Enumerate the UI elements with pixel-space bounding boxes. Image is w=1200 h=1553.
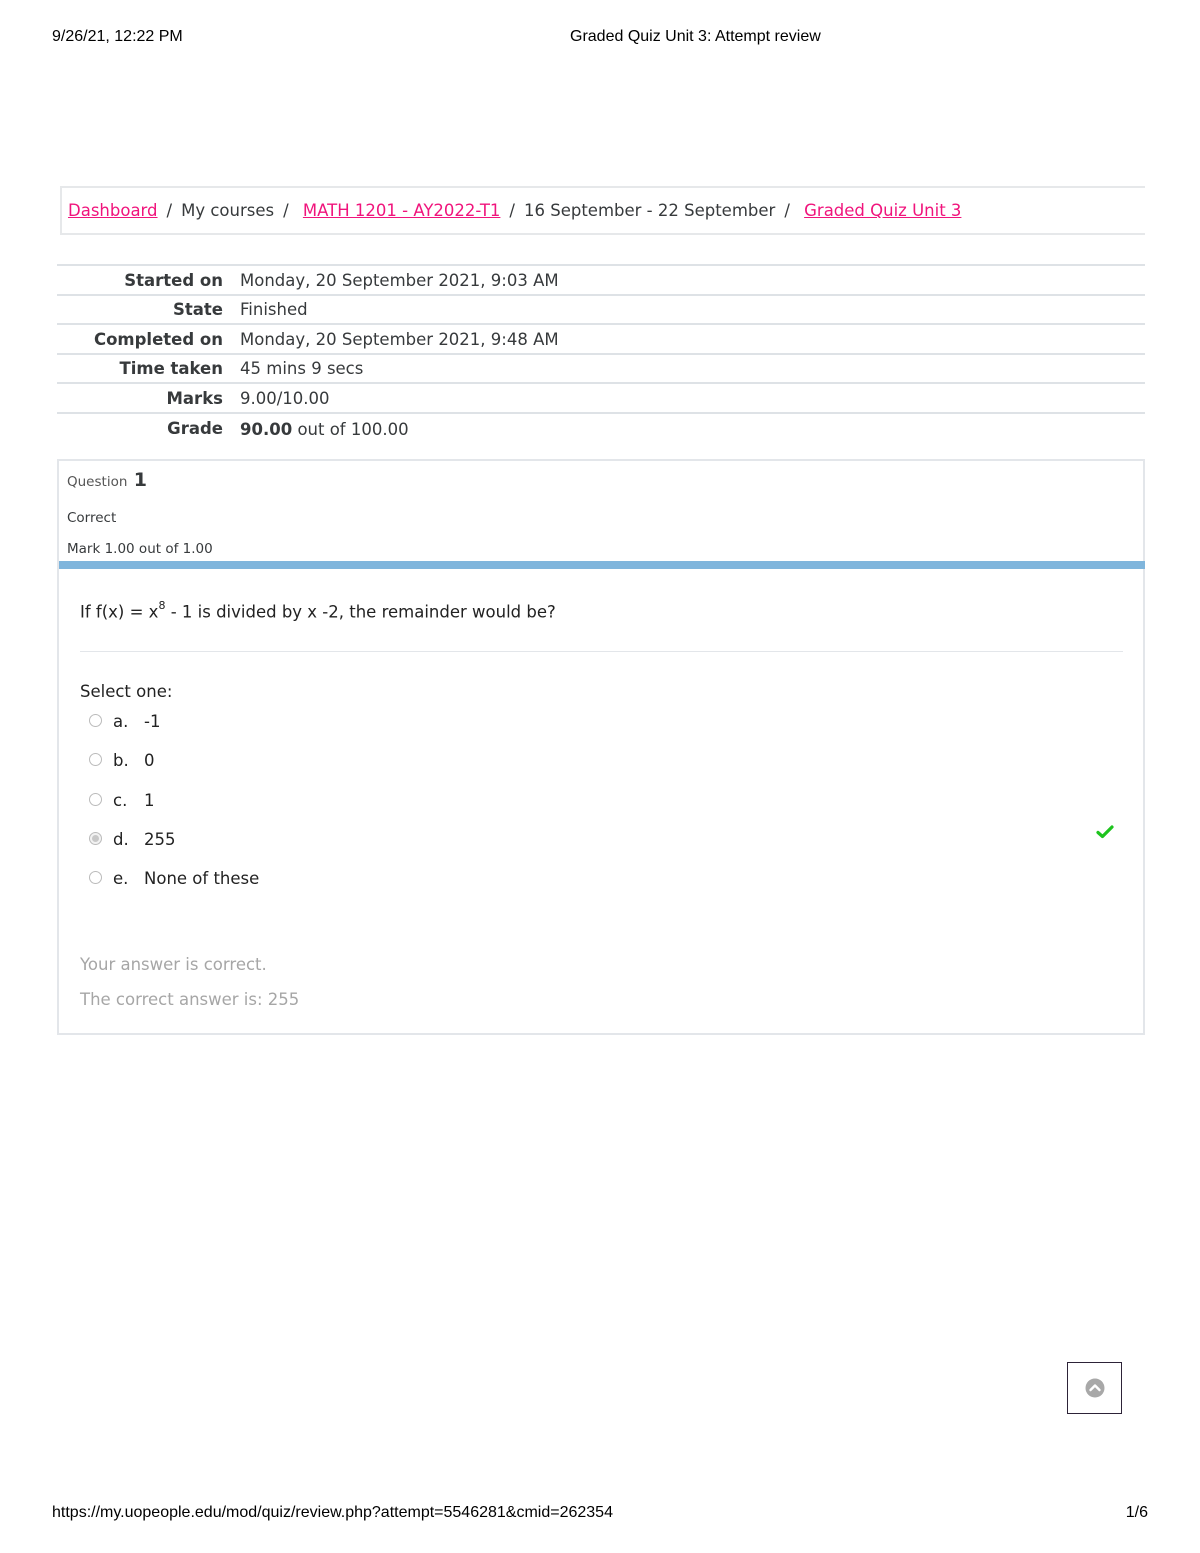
answer-text: None of these	[144, 869, 260, 889]
summary-label: Started on	[124, 270, 223, 290]
summary-label: Time taken	[119, 359, 223, 379]
answer-option-e[interactable]: e. None of these	[89, 869, 1119, 908]
answer-letter: c.	[113, 790, 128, 810]
summary-row-state: State Finished	[57, 294, 1145, 325]
grade-out-of: out of 100.00	[292, 419, 409, 439]
radio-button-selected[interactable]	[89, 831, 102, 845]
exponent: 8	[158, 599, 166, 612]
summary-value: Finished	[240, 300, 308, 320]
radio-button[interactable]	[89, 871, 102, 885]
summary-row-time-taken: Time taken 45 mins 9 secs	[57, 353, 1145, 384]
answer-option-a[interactable]: a. -1	[89, 712, 1119, 751]
summary-label: Completed on	[93, 329, 223, 349]
check-icon	[1096, 825, 1114, 838]
correct-answer-text: The correct answer is: 255	[80, 990, 300, 1009]
radio-button[interactable]	[89, 792, 102, 806]
chevron-up-circle-icon	[1085, 1378, 1104, 1398]
answer-option-d[interactable]: d. 255	[89, 825, 1119, 869]
summary-label: Marks	[166, 388, 224, 408]
breadcrumb-separator: /	[509, 201, 515, 220]
question-text: If f(x) = x8 - 1 is divided by x -2, the…	[80, 599, 556, 622]
summary-value: Monday, 20 September 2021, 9:48 AM	[240, 329, 559, 349]
answer-letter: e.	[113, 869, 129, 889]
question-divider-bar	[59, 561, 1145, 569]
breadcrumb-separator: /	[784, 201, 790, 220]
summary-row-marks: Marks 9.00/10.00	[57, 383, 1145, 413]
question-number: Question 1	[67, 469, 147, 491]
summary-value: 90.00 out of 100.00	[240, 413, 1145, 443]
answer-text: -1	[144, 712, 161, 731]
scroll-to-top-button[interactable]	[1067, 1362, 1122, 1414]
summary-value: 9.00/10.00	[240, 388, 330, 408]
answer-text: 255	[144, 829, 176, 849]
summary-row-grade: Grade 90.00 out of 100.00	[57, 412, 1145, 443]
print-page-number: 1/6	[1125, 1504, 1148, 1521]
answer-text: 1	[144, 790, 155, 810]
select-one-prompt: Select one:	[80, 682, 173, 701]
question-label: Question	[67, 474, 128, 490]
print-datetime: 9/26/21, 12:22 PM	[52, 28, 183, 45]
summary-value: Monday, 20 September 2021, 9:03 AM	[240, 270, 559, 290]
grade-value: 90.00	[240, 419, 293, 439]
breadcrumb-week: 16 September - 22 September	[523, 201, 776, 220]
print-url: https://my.uopeople.edu/mod/quiz/review.…	[52, 1504, 613, 1521]
answer-letter: b.	[113, 751, 129, 771]
attempt-summary-table: Started on Monday, 20 September 2021, 9:…	[57, 264, 1145, 442]
summary-label: State	[173, 300, 223, 320]
question-state: Correct	[67, 510, 117, 526]
breadcrumb-separator: /	[283, 201, 289, 220]
answer-option-c[interactable]: c. 1	[89, 791, 1119, 830]
radio-button[interactable]	[89, 714, 102, 727]
breadcrumb-dashboard[interactable]: Dashboard	[68, 201, 158, 220]
feedback-area: Your answer is correct. The correct answ…	[80, 955, 299, 1025]
breadcrumb-separator: /	[166, 201, 173, 220]
summary-row-started: Started on Monday, 20 September 2021, 9:…	[57, 265, 1145, 295]
answer-list: a. -1 b. 0 c. 1 d. 255 e. None of these	[89, 712, 1119, 908]
breadcrumb: Dashboard / My courses / MATH 1201 - AY2022…	[68, 201, 961, 220]
answer-letter: d.	[113, 829, 129, 849]
question-mark: Mark 1.00 out of 1.00	[67, 541, 213, 557]
breadcrumb-course[interactable]: MATH 1201 - AY2022-T1	[303, 201, 501, 220]
feedback-text: Your answer is correct.	[80, 955, 267, 974]
breadcrumb-my-courses: My courses	[181, 201, 275, 220]
summary-value: 45 mins 9 secs	[240, 359, 364, 379]
print-title: Graded Quiz Unit 3: Attempt review	[570, 28, 821, 45]
divider	[80, 651, 1123, 652]
question-card: Question 1 Correct Mark 1.00 out of 1.00…	[57, 459, 1145, 1035]
breadcrumb-quiz[interactable]: Graded Quiz Unit 3	[804, 201, 961, 220]
question-info: Question 1 Correct Mark 1.00 out of 1.00	[67, 469, 213, 557]
answer-letter: a.	[113, 712, 129, 731]
radio-button[interactable]	[89, 753, 102, 767]
summary-label: Grade	[167, 418, 223, 438]
print-header: 9/26/21, 12:22 PM Graded Quiz Unit 3: At…	[0, 28, 1200, 50]
answer-text: 0	[144, 751, 155, 771]
print-footer: https://my.uopeople.edu/mod/quiz/review.…	[0, 1504, 1200, 1526]
question-number-value: 1	[133, 469, 147, 491]
summary-row-completed: Completed on Monday, 20 September 2021, …	[57, 324, 1145, 354]
breadcrumb-bar: Dashboard / My courses / MATH 1201 - AY2022…	[60, 186, 1145, 235]
answer-option-b[interactable]: b. 0	[89, 751, 1119, 790]
